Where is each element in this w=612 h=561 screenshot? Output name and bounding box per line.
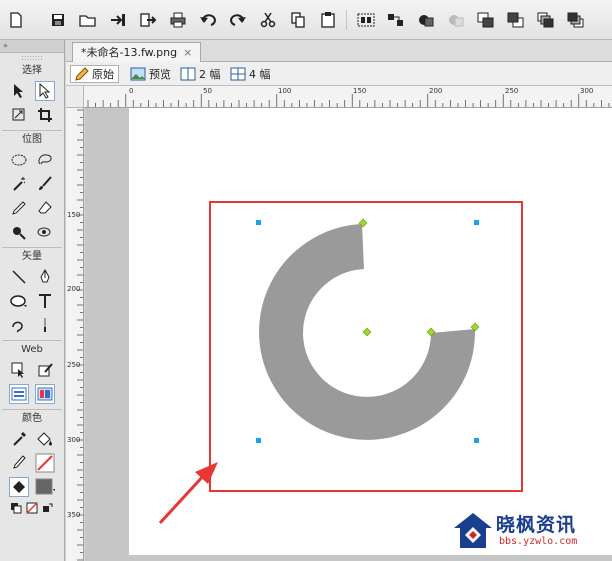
join-icon[interactable] <box>416 10 436 30</box>
ruler-v-label: 250 <box>67 361 81 369</box>
new-file-icon[interactable] <box>6 10 26 30</box>
ruler-h-label: 0 <box>129 87 134 95</box>
canvas-workspace[interactable] <box>85 108 612 561</box>
document-tab-title: *未命名-13.fw.png <box>81 46 178 59</box>
document-tab[interactable]: *未命名-13.fw.png × <box>72 42 202 62</box>
view-4up-label: 4 幅 <box>249 68 271 81</box>
ruler-v-label: 150 <box>67 211 81 219</box>
view-mode-bar: 原始 预览 2 幅 4 幅 <box>66 62 612 86</box>
view-2up-label: 2 幅 <box>199 68 221 81</box>
lasso-tool-icon[interactable] <box>35 150 55 170</box>
view-preview-label: 预览 <box>149 68 171 81</box>
default-colors-icon[interactable] <box>9 501 23 515</box>
watermark-logo <box>454 513 492 548</box>
ruler-v-label: 350 <box>67 511 81 519</box>
open-folder-icon[interactable] <box>78 10 98 30</box>
panel-grip[interactable]: :::::::: <box>0 53 64 63</box>
redo-icon[interactable] <box>228 10 248 30</box>
ellipse-tool-icon[interactable] <box>9 291 29 311</box>
ruler-v-label: 200 <box>67 285 81 293</box>
crop-tool-icon[interactable] <box>35 105 55 125</box>
slice-tool-icon[interactable] <box>35 360 55 380</box>
watermark-url: bbs.yzwlo.com <box>499 536 578 547</box>
blur-tool-icon[interactable] <box>9 222 29 242</box>
save-icon[interactable] <box>48 10 68 30</box>
brush-tool-icon[interactable] <box>35 174 55 194</box>
pencil-icon <box>75 67 89 81</box>
hide-slices-icon[interactable] <box>9 384 29 404</box>
stroke-color-pencil-icon <box>9 453 29 473</box>
copy-icon[interactable] <box>288 10 308 30</box>
import-icon[interactable] <box>108 10 128 30</box>
show-slices-icon[interactable] <box>35 384 55 404</box>
section-web-label: Web <box>21 344 43 355</box>
eyedropper-tool-icon[interactable] <box>9 429 29 449</box>
ruler-corner[interactable] <box>66 86 84 108</box>
document-canvas[interactable] <box>129 108 612 555</box>
pen-tool-icon[interactable] <box>35 267 55 287</box>
subselect-tool-icon[interactable] <box>35 81 55 101</box>
section-vector-label: 矢量 <box>22 251 42 262</box>
watermark: 晓枫资讯 bbs.yzwlo.com <box>452 510 592 552</box>
group-icon[interactable] <box>356 10 376 30</box>
ungroup-icon[interactable] <box>386 10 406 30</box>
view-4up-button[interactable]: 4 幅 <box>226 65 275 83</box>
ruler-h-label: 100 <box>278 87 292 95</box>
panel-collapse-button[interactable]: » <box>0 40 64 53</box>
view-preview-button[interactable]: 预览 <box>126 65 175 83</box>
cut-icon[interactable] <box>258 10 278 30</box>
paste-icon[interactable] <box>318 10 338 30</box>
section-colors-label: 颜色 <box>22 413 42 424</box>
knife-tool-icon[interactable] <box>35 315 55 335</box>
marquee-tool-icon[interactable] <box>9 150 29 170</box>
close-tab-icon[interactable]: × <box>183 46 192 59</box>
tools-panel: » :::::::: 选择 位图 矢量 Web 颜色 <box>0 40 65 561</box>
magic-wand-tool-icon[interactable] <box>9 174 29 194</box>
document-tab-bar: *未命名-13.fw.png × <box>66 40 612 62</box>
ruler-h-label: 300 <box>580 87 594 95</box>
horizontal-ruler[interactable]: 0 50 100 150 200 250 300 <box>84 86 612 108</box>
main-toolbar <box>0 0 612 40</box>
bring-to-front-icon[interactable] <box>536 10 556 30</box>
view-2up-button[interactable]: 2 幅 <box>176 65 225 83</box>
send-to-back-icon[interactable] <box>566 10 586 30</box>
watermark-title: 晓枫资讯 <box>496 514 577 536</box>
ruler-h-label: 250 <box>505 87 519 95</box>
freeform-tool-icon[interactable] <box>9 315 29 335</box>
two-up-icon <box>180 67 196 81</box>
view-original-label: 原始 <box>92 68 114 81</box>
undo-icon[interactable] <box>198 10 218 30</box>
vertical-ruler[interactable]: 150 200 250 300 350 <box>66 108 84 561</box>
pointer-tool-icon[interactable] <box>9 81 29 101</box>
preview-image-icon <box>130 67 146 81</box>
no-color-icon[interactable] <box>25 501 39 515</box>
scale-tool-icon[interactable] <box>9 105 29 125</box>
fill-color-bucket-icon <box>9 477 29 497</box>
split-icon[interactable] <box>446 10 466 30</box>
section-bitmap-label: 位图 <box>22 134 42 145</box>
ruler-v-label: 300 <box>67 436 81 444</box>
stroke-color-swatch[interactable] <box>35 453 55 473</box>
ruler-h-label: 50 <box>203 87 212 95</box>
hotspot-tool-icon[interactable] <box>9 360 29 380</box>
paint-bucket-tool-icon[interactable] <box>35 429 55 449</box>
print-icon[interactable] <box>168 10 188 30</box>
send-backward-icon[interactable] <box>506 10 526 30</box>
four-up-icon <box>230 67 246 81</box>
text-tool-icon[interactable] <box>35 291 55 311</box>
fill-color-swatch[interactable] <box>35 477 55 497</box>
eraser-tool-icon[interactable] <box>35 198 55 218</box>
section-select-label: 选择 <box>22 65 42 76</box>
pencil-tool-icon[interactable] <box>9 198 29 218</box>
line-tool-icon[interactable] <box>9 267 29 287</box>
bring-forward-icon[interactable] <box>476 10 496 30</box>
export-icon[interactable] <box>138 10 158 30</box>
ruler-h-label: 200 <box>429 87 443 95</box>
red-eye-tool-icon[interactable] <box>35 222 55 242</box>
swap-colors-icon[interactable] <box>41 501 55 515</box>
view-original-button[interactable]: 原始 <box>70 65 119 83</box>
ruler-h-label: 150 <box>353 87 367 95</box>
